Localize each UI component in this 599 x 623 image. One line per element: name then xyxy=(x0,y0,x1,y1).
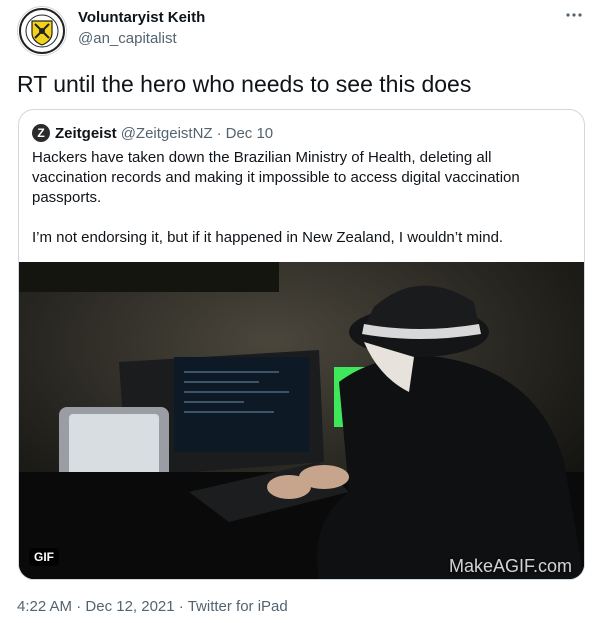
author-avatar[interactable] xyxy=(17,6,67,56)
quoted-tweet-date[interactable]: Dec 10 xyxy=(226,125,274,142)
coat-of-arms-icon xyxy=(19,8,65,54)
tweet-text: RT until the hero who needs to see this … xyxy=(17,71,472,97)
gif-watermark: MakeAGIF.com xyxy=(449,556,573,576)
footer-separator: · xyxy=(178,598,184,615)
quoted-tweet-header: Z Zeitgeist @ZeitgeistNZ · Dec 10 xyxy=(32,123,273,143)
tweet: Voluntaryist Keith @an_capitalist RT unt… xyxy=(0,0,599,623)
quoted-paragraph: Hackers have taken down the Brazilian Mi… xyxy=(32,149,520,206)
more-options-button[interactable] xyxy=(562,6,586,26)
quoted-author-display-name[interactable]: Zeitgeist xyxy=(55,125,117,142)
quoted-tweet-text: Hackers have taken down the Brazilian Mi… xyxy=(32,148,562,248)
tweet-date[interactable]: Dec 12, 2021 xyxy=(85,598,174,615)
gif-frame-image xyxy=(19,262,584,579)
author-display-name[interactable]: Voluntaryist Keith xyxy=(78,9,205,27)
tweet-footer: 4:22 AM · Dec 12, 2021 · Twitter for iPa… xyxy=(17,598,288,616)
gif-badge: GIF xyxy=(29,548,59,566)
quoted-author-avatar[interactable]: Z xyxy=(32,124,50,142)
gif-media[interactable]: GIF MakeAGIF.com xyxy=(19,262,584,579)
author-handle[interactable]: @an_capitalist xyxy=(78,30,177,48)
tweet-time[interactable]: 4:22 AM xyxy=(17,598,72,615)
meta-separator: · xyxy=(216,124,222,142)
quoted-paragraph: I’m not endorsing it, but if it happened… xyxy=(32,229,504,246)
quoted-tweet[interactable]: Z Zeitgeist @ZeitgeistNZ · Dec 10 Hacker… xyxy=(18,109,585,580)
tweet-source[interactable]: Twitter for iPad xyxy=(188,598,288,615)
more-horizontal-icon xyxy=(566,13,582,17)
quoted-author-handle[interactable]: @ZeitgeistNZ xyxy=(121,125,213,142)
footer-separator: · xyxy=(76,598,82,615)
